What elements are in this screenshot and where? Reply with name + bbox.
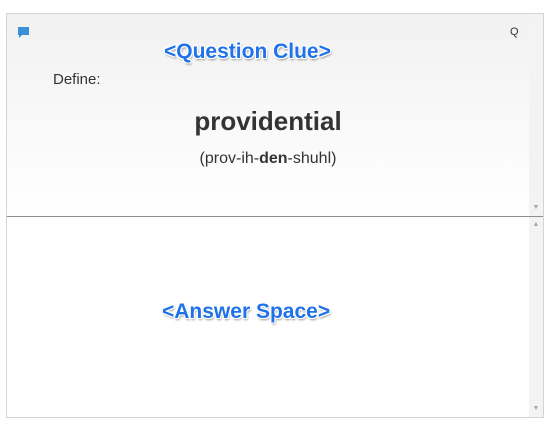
vocabulary-word: providential <box>194 106 342 136</box>
pronunciation: (prov-ih-den-shuhl) <box>7 150 529 168</box>
question-clue-label: <Question Clue> <box>164 40 331 63</box>
question-shortcut-key[interactable]: Q <box>510 26 519 38</box>
pronunciation-stressed-syllable: den <box>259 150 288 167</box>
flashcard: Q Define: providential (prov-ih-den-shuh… <box>6 13 544 418</box>
pronunciation-pre: prov-ih- <box>204 150 260 167</box>
question-scrollbar[interactable]: ▼ <box>529 14 543 216</box>
comment-icon[interactable] <box>17 26 30 39</box>
pronunciation-post: -shuhl <box>287 150 332 167</box>
answer-scrollbar[interactable]: ▲ ▼ <box>529 217 543 417</box>
answer-space-label: <Answer Space> <box>162 300 331 323</box>
scroll-down-arrow-icon[interactable]: ▼ <box>529 403 543 415</box>
pronunciation-close-paren: ) <box>331 150 337 167</box>
scroll-down-arrow-icon[interactable]: ▼ <box>529 202 543 214</box>
define-label: Define: <box>53 71 101 88</box>
scroll-up-arrow-icon[interactable]: ▲ <box>529 219 543 231</box>
